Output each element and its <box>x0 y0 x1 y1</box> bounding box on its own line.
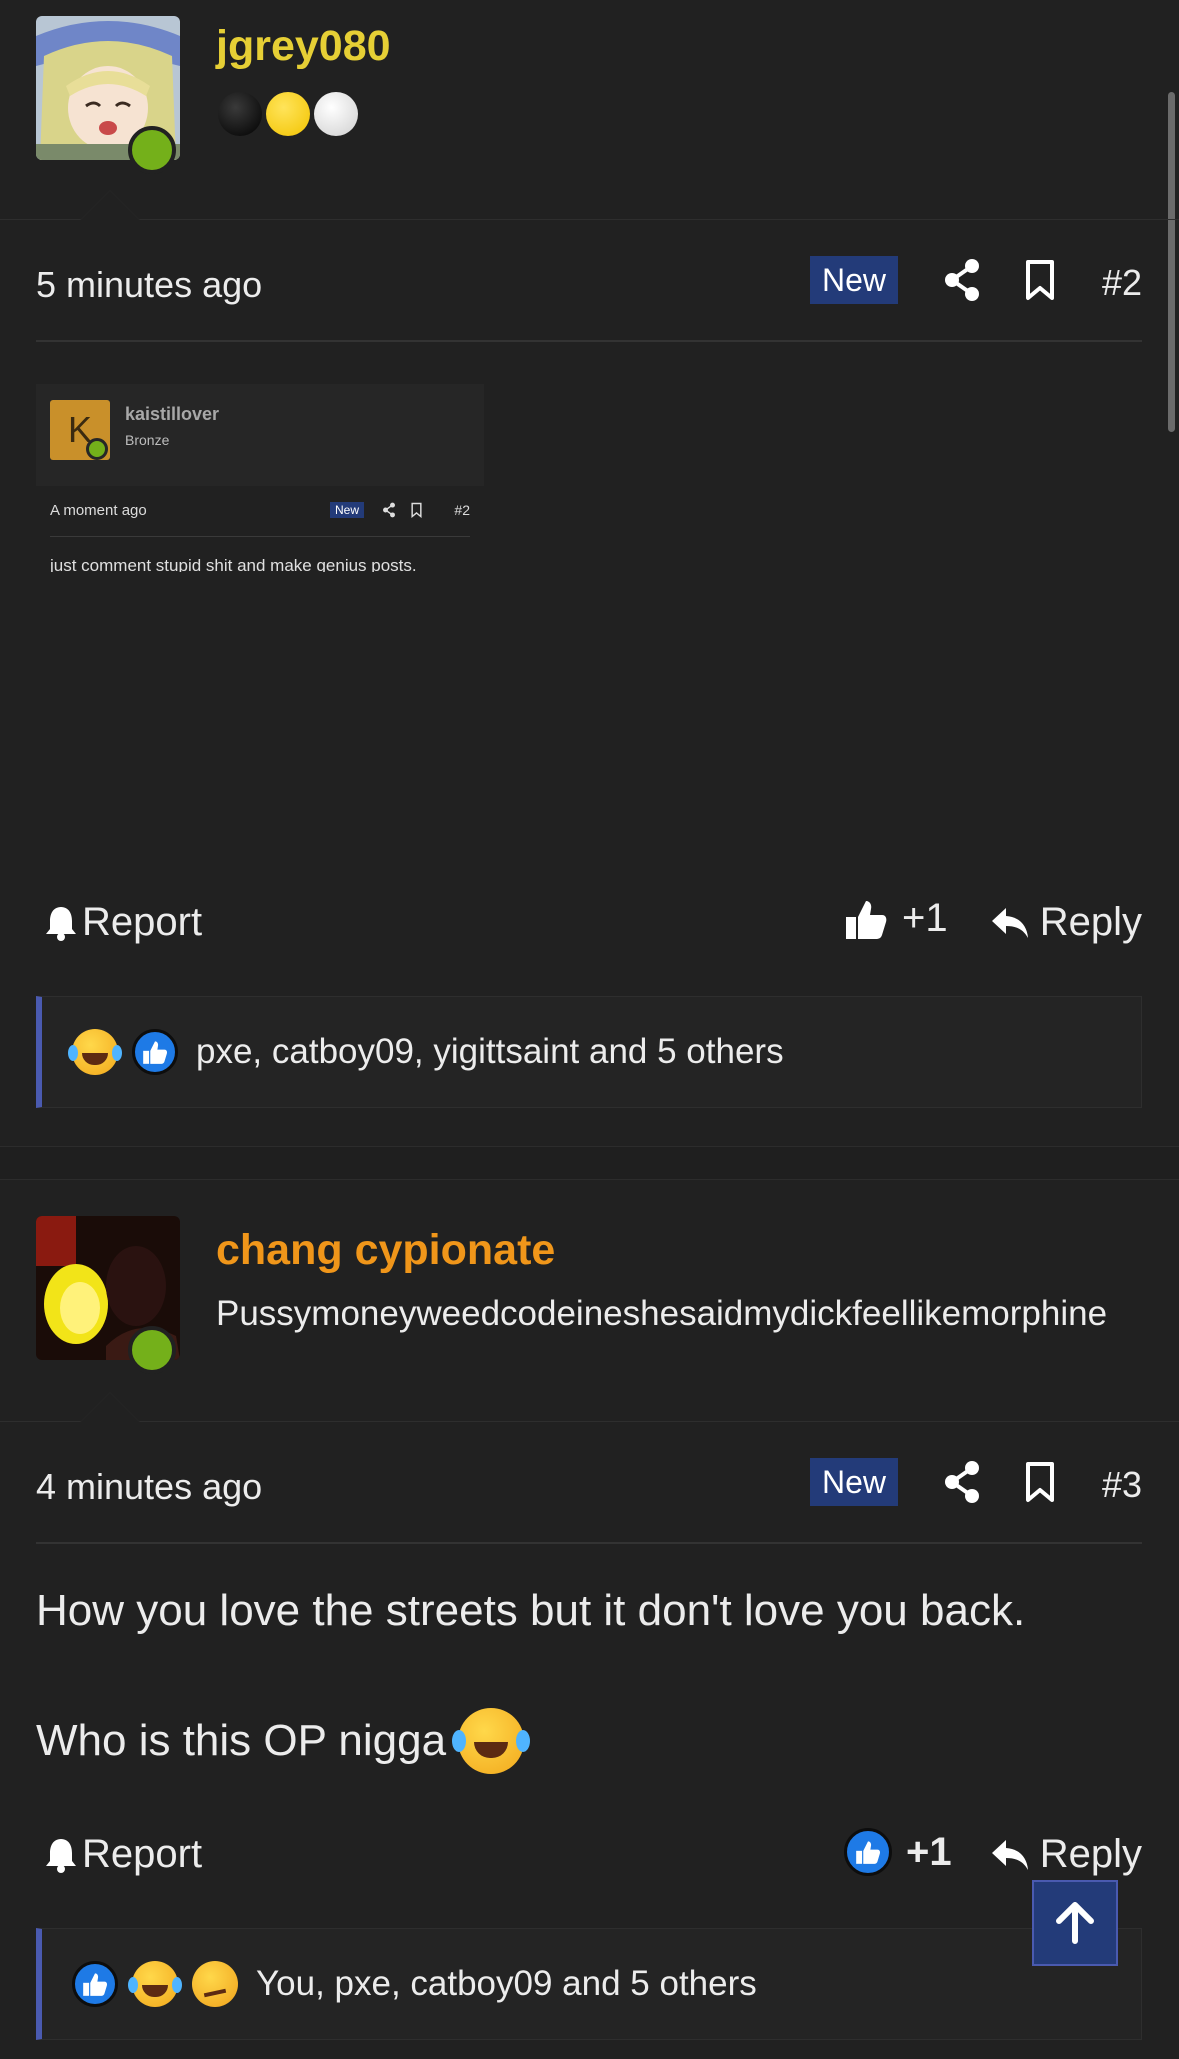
report-label: Report <box>82 1832 203 1876</box>
reply-label: Reply <box>1039 1832 1142 1876</box>
report-button[interactable]: Report <box>44 1832 202 1877</box>
divider <box>36 1542 1142 1544</box>
rank-dot-black <box>218 92 262 136</box>
reply-icon <box>991 1839 1028 1870</box>
reactions-bar[interactable]: You, pxe, catboy09 and 5 others <box>36 1928 1142 2040</box>
online-status-indicator <box>128 1326 176 1374</box>
embedded-username: kaistillover <box>125 404 220 424</box>
post-3: chang cypionate Pussymoneyweedcodeineshe… <box>0 1180 1179 2059</box>
post-number[interactable]: #2 <box>1102 262 1142 304</box>
post-2: jgrey080 5 minutes ago New #2 K kaistill… <box>0 0 1179 1110</box>
thumbs-up-icon <box>83 1973 108 1996</box>
scroll-to-top-button[interactable] <box>1032 1880 1118 1966</box>
header-pointer <box>80 190 140 220</box>
post-body-text: Who is this OP nigga <box>36 1716 447 1765</box>
thinking-emoji <box>192 1961 238 2007</box>
reactions-bar[interactable]: pxe, catboy09, yigittsaint and 5 others <box>36 996 1142 1108</box>
like-count: +1 <box>902 896 948 940</box>
embedded-bookmark-icon <box>411 502 422 518</box>
reactions-text: pxe, catboy09, yigittsaint and 5 others <box>196 1032 784 1071</box>
laugh-cry-emoji <box>452 1708 531 1774</box>
emoji-mouth <box>474 1742 509 1758</box>
rank-dot-gold <box>266 92 310 136</box>
post-separator <box>0 1146 1179 1180</box>
bookmark-icon[interactable] <box>1022 1460 1058 1504</box>
share-icon[interactable] <box>942 258 982 302</box>
like-button[interactable]: +1 <box>844 896 948 941</box>
thumbs-up-icon <box>846 900 887 939</box>
emoji-tear-left <box>452 1730 467 1752</box>
laugh-cry-emoji <box>128 1961 178 2007</box>
embedded-post-text: just comment stupid shit and make genius… <box>50 556 417 572</box>
post-number[interactable]: #3 <box>1102 1464 1142 1506</box>
embedded-divider <box>50 536 470 537</box>
like-button[interactable]: +1 <box>844 1828 952 1876</box>
thumbs-up-icon <box>143 1041 168 1064</box>
post-actions: Report +1 Reply <box>36 892 1142 952</box>
embedded-online-dot <box>86 438 108 460</box>
reactions-text: You, pxe, catboy09 and 5 others <box>256 1964 757 2003</box>
timestamp[interactable]: 4 minutes ago <box>36 1466 262 1508</box>
embedded-new-badge: New <box>330 502 365 518</box>
rank-dots <box>218 92 358 136</box>
like-count: +1 <box>906 1829 952 1874</box>
post-meta: 4 minutes ago New #3 <box>36 1458 1142 1518</box>
report-label: Report <box>82 900 203 944</box>
reply-label: Reply <box>1039 900 1142 944</box>
divider <box>36 340 1142 342</box>
embedded-timestamp: A moment ago <box>50 502 147 519</box>
bookmark-icon[interactable] <box>1022 258 1058 302</box>
header-pointer <box>80 1392 140 1422</box>
timestamp[interactable]: 5 minutes ago <box>36 264 262 306</box>
post-body-line-2: Who is this OP nigga <box>36 1708 531 1774</box>
embedded-icons <box>382 502 423 518</box>
post-header: jgrey080 <box>0 0 1179 220</box>
embedded-rank: Bronze <box>125 432 170 448</box>
online-status-indicator <box>128 126 176 174</box>
rank-dot-silver <box>314 92 358 136</box>
post-meta: 5 minutes ago New #2 <box>36 256 1142 316</box>
new-badge: New <box>810 1458 898 1506</box>
thumbs-up-emoji <box>132 1029 178 1075</box>
embedded-post-image[interactable]: K kaistillover Bronze A moment ago New #… <box>36 384 484 584</box>
embedded-post-header: K kaistillover Bronze <box>36 384 484 486</box>
share-icon[interactable] <box>942 1460 982 1504</box>
arrow-up-icon <box>1056 1902 1094 1944</box>
thumbs-up-emoji <box>72 1961 118 2007</box>
username[interactable]: jgrey080 <box>216 22 391 71</box>
thumbs-up-icon <box>856 1841 881 1864</box>
report-button[interactable]: Report <box>44 900 202 945</box>
thumbs-up-emoji <box>844 1828 892 1876</box>
reply-icon <box>991 907 1028 938</box>
post-header: chang cypionate Pussymoneyweedcodeineshe… <box>0 1180 1179 1422</box>
bell-icon <box>46 1838 76 1873</box>
user-subtitle: Pussymoneyweedcodeineshesaidmydickfeelli… <box>216 1294 1108 1333</box>
embedded-share-icon <box>383 502 395 518</box>
bell-icon <box>46 906 76 941</box>
post-actions: Report +1 Reply <box>36 1824 1142 1884</box>
username[interactable]: chang cypionate <box>216 1226 555 1275</box>
post-body-line-1: How you love the streets but it don't lo… <box>36 1586 1026 1635</box>
reply-button[interactable]: Reply <box>990 1832 1142 1877</box>
embedded-post-number: #2 <box>454 502 470 518</box>
emoji-tear-right <box>516 1730 531 1752</box>
reply-button[interactable]: Reply <box>990 900 1142 945</box>
laugh-cry-emoji <box>68 1029 118 1075</box>
new-badge: New <box>810 256 898 304</box>
